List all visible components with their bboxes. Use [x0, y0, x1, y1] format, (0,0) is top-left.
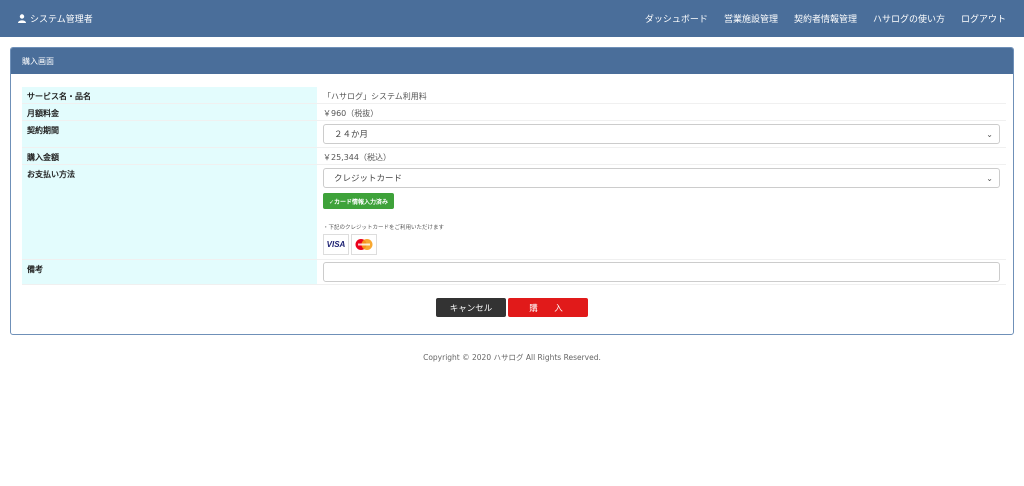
user-name: システム管理者 [30, 15, 93, 25]
note-label: 備考 [22, 260, 317, 284]
fee-label: 月額料金 [22, 104, 317, 120]
amount-value: ￥25,344（税込） [323, 153, 391, 162]
chevron-down-icon: ⌄ [986, 129, 993, 139]
term-label: 契約期間 [22, 121, 317, 147]
purchase-form: サービス名・品名 「ハサログ」システム利用料 月額料金 ￥960（税抜） 契約期… [22, 87, 1006, 285]
fee-row: 月額料金 ￥960（税抜） [22, 104, 1006, 121]
user-icon [18, 14, 26, 23]
note-row: 備考 [22, 260, 1006, 285]
service-label: サービス名・品名 [22, 87, 317, 103]
nav-dashboard[interactable]: ダッシュボード [645, 12, 708, 25]
amount-row: 購入金額 ￥25,344（税込） [22, 148, 1006, 165]
term-select[interactable]: ２４か月 ⌄ [323, 124, 1000, 144]
user-menu[interactable]: システム管理者 [18, 12, 93, 25]
top-navbar: システム管理者 ダッシュボード 営業施設管理 契約者情報管理 ハサログの使い方 … [0, 0, 1024, 37]
service-value: 「ハサログ」システム利用料 [323, 92, 427, 101]
panel-title: 購入画面 [11, 48, 1013, 74]
nav-how-to-use[interactable]: ハサログの使い方 [873, 12, 945, 25]
chevron-down-icon: ⌄ [986, 173, 993, 183]
card-entered-button[interactable]: ✓カード情報入力済み [323, 193, 395, 209]
term-row: 契約期間 ２４か月 ⌄ [22, 121, 1006, 148]
purchase-button[interactable]: 購 入 [508, 298, 588, 317]
mastercard-logo-icon [351, 234, 377, 255]
nav-facility-management[interactable]: 営業施設管理 [724, 12, 778, 25]
main-nav: ダッシュボード 営業施設管理 契約者情報管理 ハサログの使い方 ログアウト [645, 12, 1006, 25]
card-logos: VISA [323, 234, 377, 255]
visa-logo-icon: VISA [323, 234, 349, 255]
nav-contractor-management[interactable]: 契約者情報管理 [794, 12, 857, 25]
payment-label: お支払い方法 [22, 165, 317, 259]
fee-value: ￥960（税抜） [323, 109, 379, 118]
cancel-button[interactable]: キャンセル [436, 298, 506, 317]
nav-logout[interactable]: ログアウト [961, 12, 1006, 25]
purchase-panel: 購入画面 サービス名・品名 「ハサログ」システム利用料 月額料金 ￥960（税抜… [10, 47, 1014, 335]
footer-copyright: Copyright © 2020 ハサログ All Rights Reserve… [423, 353, 601, 362]
note-input[interactable] [323, 262, 1000, 282]
service-row: サービス名・品名 「ハサログ」システム利用料 [22, 87, 1006, 104]
term-selected-value: ２４か月 [334, 130, 369, 140]
form-actions: キャンセル 購 入 [436, 298, 588, 317]
card-note: ・下記のクレジットカードをご利用いただけます [323, 225, 445, 231]
payment-row: お支払い方法 クレジットカード ⌄ ✓カード情報入力済み ・下記のクレジットカー… [22, 165, 1006, 260]
payment-select[interactable]: クレジットカード ⌄ [323, 168, 1000, 188]
payment-selected-value: クレジットカード [334, 174, 403, 184]
amount-label: 購入金額 [22, 148, 317, 164]
